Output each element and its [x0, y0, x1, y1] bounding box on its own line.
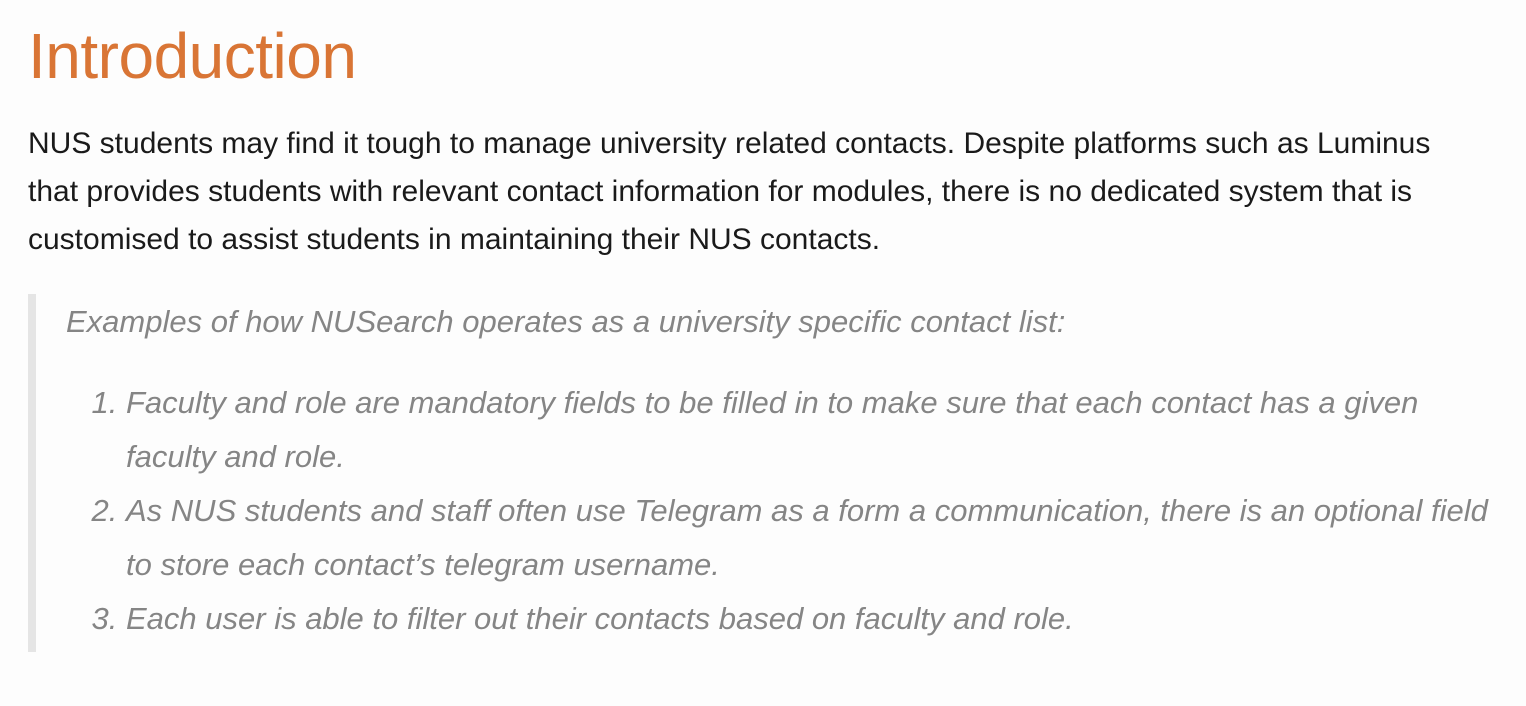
list-item: Faculty and role are mandatory fields to…	[126, 376, 1508, 484]
examples-list: Faculty and role are mandatory fields to…	[66, 376, 1508, 646]
blockquote-lead: Examples of how NUSearch operates as a u…	[66, 304, 1066, 339]
examples-blockquote: Examples of how NUSearch operates as a u…	[28, 294, 1508, 652]
list-item: As NUS students and staff often use Tele…	[126, 484, 1508, 592]
list-item: Each user is able to filter out their co…	[126, 592, 1508, 646]
document-page: Introduction NUS students may find it to…	[28, 18, 1508, 652]
section-heading: Introduction	[28, 20, 357, 92]
intro-paragraph: NUS students may find it tough to manage…	[28, 127, 1431, 256]
